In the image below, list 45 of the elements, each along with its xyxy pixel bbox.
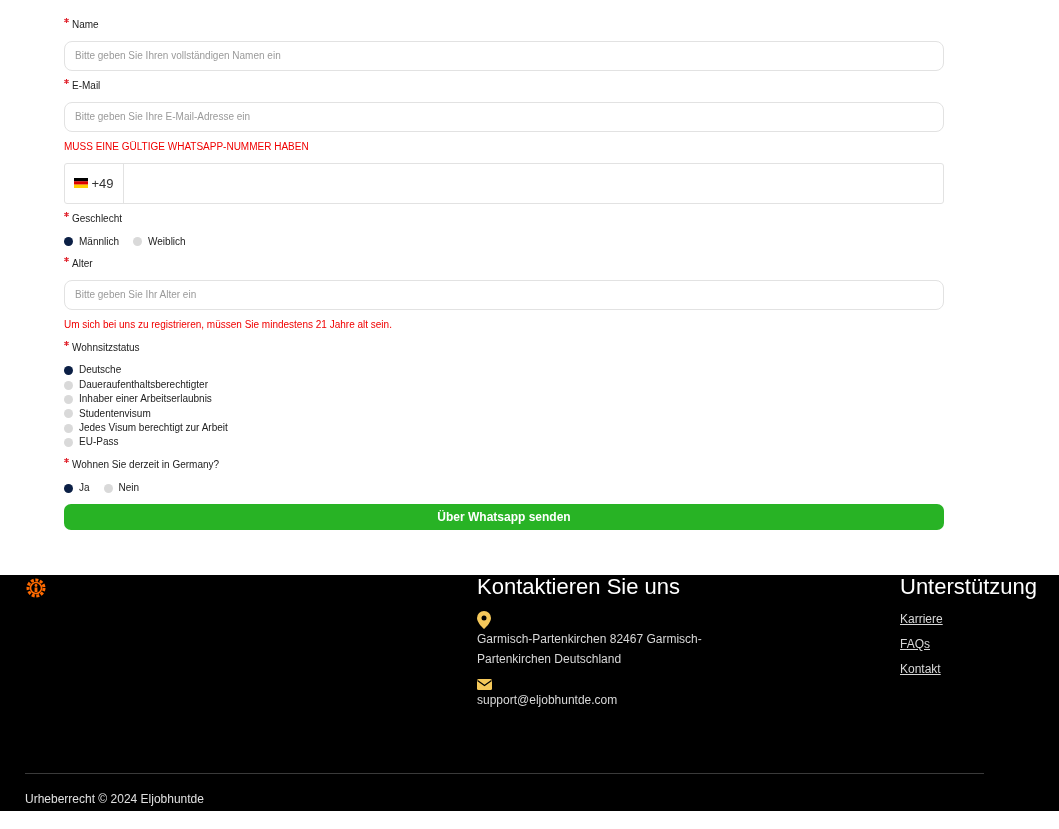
field-label: Wohnsitzstatus: [72, 340, 140, 355]
radio-option[interactable]: Inhaber einer Arbeitserlaubnis: [64, 392, 944, 407]
flag-icon: [74, 178, 89, 188]
footer-link[interactable]: Kontakt: [900, 657, 941, 682]
text-field[interactable]: Bitte geben Sie Ihren vollständigen Namen ein: [64, 40, 944, 71]
radio-option[interactable]: Nein: [103, 480, 140, 496]
footer-link[interactable]: FAQs: [900, 632, 930, 657]
radio-option[interactable]: Jedes Visum berechtigt zur Arbeit: [64, 421, 944, 436]
notice-text: MUSS EINE GÜLTIGE WHATSAPP-NUMMER HABEN: [64, 140, 310, 154]
address-text: Garmisch-Partenkirchen 82467 Garmisch-Partenkirchen Deutschland: [477, 631, 703, 668]
radio-dot[interactable]: [64, 237, 73, 247]
field-label: E-Mail: [72, 79, 101, 93]
radio-dot[interactable]: [64, 366, 73, 376]
field-label: Alter: [72, 257, 93, 272]
radio-dot[interactable]: [64, 394, 73, 404]
footer-link[interactable]: Karriere: [900, 607, 943, 632]
notice-text: Um sich bei uns zu registrieren, müssen Sie mindestens 21 Jahre alt sein.: [64, 318, 393, 333]
text-field[interactable]: Bitte geben Sie Ihre E-Mail-Adresse ein: [64, 101, 944, 132]
radio-dot[interactable]: [64, 423, 73, 433]
phone-field[interactable]: +49: [64, 162, 944, 204]
country-code[interactable]: +49: [91, 175, 114, 191]
support-heading: Unterstützung: [900, 575, 1038, 599]
radio-option[interactable]: Deutsche: [64, 363, 944, 378]
copyright-text: Urheberrecht © 2024 Eljobhuntde: [25, 792, 205, 806]
contact-heading: Kontaktieren Sie uns: [477, 575, 682, 599]
radio-option[interactable]: Männlich: [64, 234, 120, 249]
radio-dot[interactable]: [64, 438, 73, 448]
field-label: Geschlecht: [72, 212, 123, 226]
radio-dot[interactable]: [103, 483, 113, 493]
field-label: Name: [72, 18, 99, 32]
text-field[interactable]: Bitte geben Sie Ihr Alter ein: [64, 279, 944, 310]
envelope-icon: [477, 679, 492, 690]
radio-dot[interactable]: [133, 237, 143, 247]
radio-option[interactable]: Weiblich: [133, 234, 186, 249]
field-label: Wohnen Sie derzeit in Germany?: [72, 458, 220, 473]
radio-option[interactable]: Studentenvisum: [64, 406, 944, 422]
radio-dot[interactable]: [64, 483, 73, 493]
location-pin-icon: [477, 611, 491, 629]
radio-dot[interactable]: [64, 380, 73, 390]
radio-option[interactable]: EU-Pass: [64, 435, 944, 450]
radio-dot[interactable]: [64, 409, 73, 419]
radio-option[interactable]: Ja: [64, 480, 90, 496]
gear-logo-icon: [25, 577, 47, 599]
email-text: support@eljobhuntde.com: [477, 692, 619, 709]
radio-option[interactable]: Daueraufenthaltsberechtigter: [64, 377, 944, 393]
